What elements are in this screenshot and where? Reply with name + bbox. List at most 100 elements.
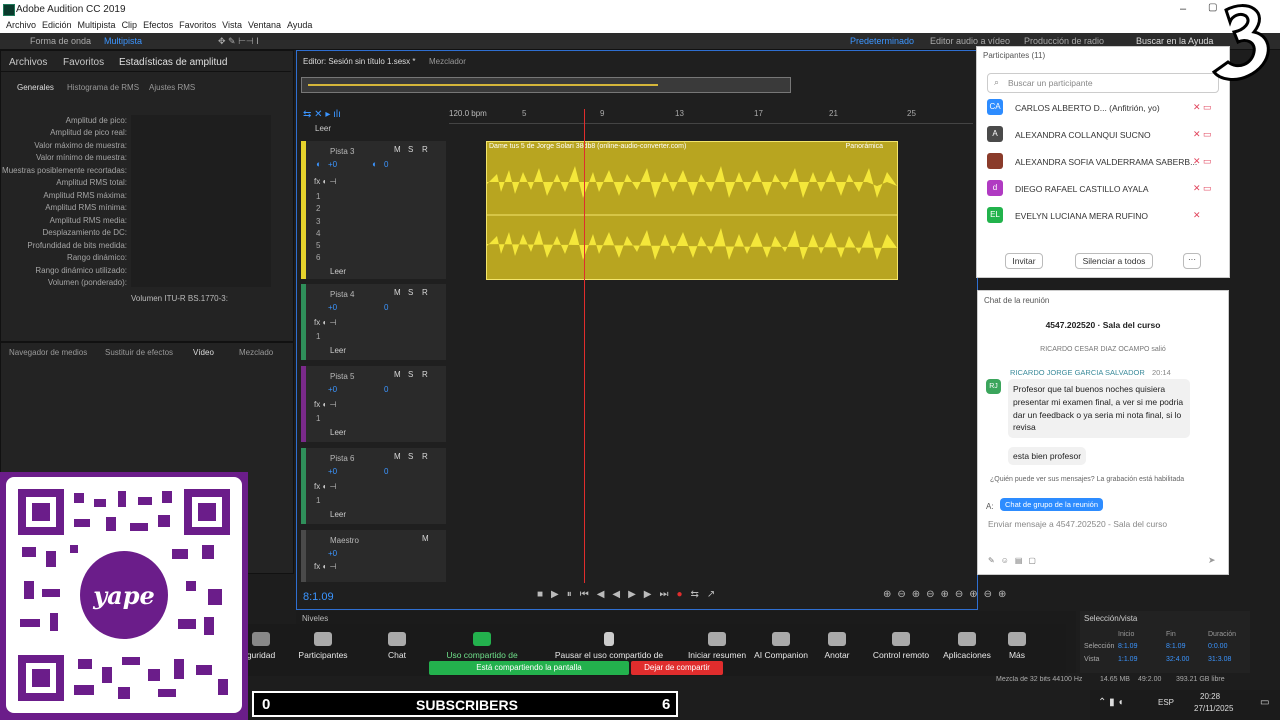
view-start[interactable]: 1:1.09 <box>1118 656 1137 663</box>
zoom-annotate-button[interactable]: Anotar <box>802 632 872 660</box>
fx-slot[interactable]: 1 <box>316 191 320 203</box>
pan-value[interactable]: 0 <box>384 160 388 169</box>
track-name[interactable]: Pista 3 <box>330 147 354 156</box>
mute-button[interactable]: M <box>394 370 401 379</box>
zoom-remote-control-button[interactable]: Control remoto <box>866 632 936 660</box>
zoom-more-button[interactable]: Más <box>982 632 1052 660</box>
track-name[interactable]: Pista 4 <box>330 290 354 299</box>
stop-sharing-button[interactable]: Dejar de compartir <box>631 661 723 675</box>
zoom-summary-button[interactable]: Iniciar resumen <box>682 632 752 660</box>
muted-mic-icon[interactable]: ✕ ▭ <box>1193 183 1212 194</box>
volume-knob-icon[interactable]: ◐ <box>316 159 321 169</box>
view-duration[interactable]: 31:3.08 <box>1208 656 1231 663</box>
track-read-mode[interactable]: Leer <box>315 124 331 133</box>
track-name[interactable]: Maestro <box>330 536 359 545</box>
subtab-rms-histogram[interactable]: Histograma de RMS <box>67 83 139 92</box>
zoom-participants-button[interactable]: Participantes <box>288 632 358 660</box>
notifications-icon[interactable]: ▭ <box>1260 697 1269 708</box>
send-icon[interactable]: ➤ <box>1208 555 1216 566</box>
multitrack-button[interactable]: Multipista <box>104 36 142 46</box>
tab-video[interactable]: Vídeo <box>193 348 214 357</box>
tab-amplitude-stats[interactable]: Estadísticas de amplitud <box>119 57 227 68</box>
subtab-rms-settings[interactable]: Ajustes RMS <box>149 83 195 92</box>
track-read-mode[interactable]: Leer <box>330 510 346 519</box>
tab-media-browser[interactable]: Navegador de medios <box>9 348 87 357</box>
workspace-av-editor[interactable]: Editor audio a vídeo <box>930 36 1010 46</box>
fx-slot[interactable]: 1 <box>316 414 320 423</box>
tray-icons[interactable]: ⌃ ▮ ◖ <box>1098 697 1123 708</box>
zoom-chat-button[interactable]: Chat <box>362 632 432 660</box>
menu-ayuda[interactable]: Ayuda <box>287 20 312 30</box>
tab-favoritos[interactable]: Favoritos <box>63 57 104 68</box>
participant-row[interactable]: CA CARLOS ALBERTO D... (Anfitrión, yo) ✕… <box>987 99 1223 117</box>
volume-value[interactable]: +0 <box>328 385 337 394</box>
tab-mixer-editor[interactable]: Mezclador <box>429 57 466 66</box>
menu-favoritos[interactable]: Favoritos <box>179 20 216 30</box>
muted-mic-icon[interactable]: ✕ ▭ <box>1193 102 1212 113</box>
invite-button[interactable]: Invitar <box>1005 253 1043 269</box>
volume-value[interactable]: +0 <box>328 160 337 169</box>
timeline-ruler[interactable]: 5 9 13 17 21 25 <box>449 109 973 124</box>
solo-button[interactable]: S <box>408 145 413 154</box>
participant-row[interactable]: ALEXANDRA SOFIA VALDERRAMA SABERB... ✕ ▭ <box>987 153 1223 171</box>
pan-value[interactable]: 0 <box>384 385 388 394</box>
selection-duration[interactable]: 0:0.00 <box>1208 643 1227 650</box>
volume-value[interactable]: +0 <box>328 467 337 476</box>
solo-button[interactable]: S <box>408 370 413 379</box>
clock-date[interactable]: 27/11/2025 <box>1194 704 1233 713</box>
transport-controls[interactable]: ■▶⏸⏮◀◀▶▶⏭●⇆↗ <box>537 589 723 600</box>
workspace-radio[interactable]: Producción de radio <box>1024 36 1104 46</box>
muted-mic-icon[interactable]: ✕ ▭ <box>1193 129 1212 140</box>
fx-slot[interactable]: 6 <box>316 252 320 264</box>
track-name[interactable]: Pista 6 <box>330 454 354 463</box>
track-read-mode[interactable]: Leer <box>330 428 346 437</box>
pan-value[interactable]: 0 <box>384 303 388 312</box>
fx-slot[interactable]: 2 <box>316 203 320 215</box>
participant-row[interactable]: d DIEGO RAFAEL CASTILLO AYALA ✕ ▭ <box>987 180 1223 198</box>
workspace-default[interactable]: Predeterminado <box>850 36 914 46</box>
record-arm-button[interactable]: R <box>422 370 428 379</box>
fx-slot[interactable]: 1 <box>316 332 320 341</box>
chat-toolbar-icons[interactable]: ✎☺▤▢ <box>988 556 1042 565</box>
chat-recipient-dropdown[interactable]: Chat de grupo de la reunión <box>1000 498 1103 511</box>
participant-row[interactable]: EL EVELYN LUCIANA MERA RUFINO ✕ <box>987 207 1223 225</box>
subtab-general[interactable]: Generales <box>17 83 54 92</box>
fx-slot[interactable]: 5 <box>316 240 320 252</box>
menu-vista[interactable]: Vista <box>222 20 242 30</box>
track-name[interactable]: Pista 5 <box>330 372 354 381</box>
volume-value[interactable]: +0 <box>328 549 337 558</box>
zoom-controls[interactable]: ⊕⊖⊕⊖⊕⊖⊕⊖⊕ <box>883 589 1012 600</box>
audio-clip[interactable]: Dame tus 5 de Jorge Solari 38db8 (online… <box>486 141 898 280</box>
help-search-input[interactable]: Buscar en la Ayuda <box>1136 36 1213 46</box>
solo-button[interactable]: S <box>408 288 413 297</box>
minimize-icon[interactable]: – <box>1180 3 1186 15</box>
fx-slot[interactable]: 1 <box>316 496 320 505</box>
record-arm-button[interactable]: R <box>422 145 428 154</box>
move-tool-icon[interactable]: ✥ ✎ ⊢⊣ I <box>218 36 259 47</box>
menu-archivo[interactable]: Archivo <box>6 20 36 30</box>
track-tools-icon[interactable]: ⇆ ✕ ▸ ılı <box>303 109 341 120</box>
chat-input[interactable]: Enviar mensaje a 4547.202520 - Sala del … <box>988 519 1167 529</box>
mute-button[interactable]: M <box>394 288 401 297</box>
volume-value[interactable]: +0 <box>328 303 337 312</box>
playhead[interactable] <box>584 109 585 583</box>
menu-clip[interactable]: Clip <box>122 20 138 30</box>
participant-row[interactable]: A ALEXANDRA COLLANQUI SUCNO ✕ ▭ <box>987 126 1223 144</box>
pan-knob-icon[interactable]: ◐ <box>372 159 377 169</box>
track-read-mode[interactable]: Leer <box>330 267 346 276</box>
muted-mic-icon[interactable]: ✕ ▭ <box>1193 156 1212 167</box>
tab-mixer[interactable]: Mezclado <box>239 348 273 357</box>
mute-button[interactable]: M <box>394 145 401 154</box>
fx-slot[interactable]: 4 <box>316 228 320 240</box>
tab-archivos[interactable]: Archivos <box>9 57 47 68</box>
fx-slot[interactable]: 3 <box>316 216 320 228</box>
track-read-mode[interactable]: Leer <box>330 346 346 355</box>
menu-efectos[interactable]: Efectos <box>143 20 173 30</box>
overview-bar[interactable] <box>301 77 791 93</box>
waveform-button[interactable]: Forma de onda <box>30 36 91 46</box>
mute-button[interactable]: M <box>422 534 429 543</box>
solo-button[interactable]: S <box>408 452 413 461</box>
chat-visibility-notice[interactable]: ¿Quién puede ver sus mensajes? La grabac… <box>990 476 1184 483</box>
mute-button[interactable]: M <box>394 452 401 461</box>
selection-end[interactable]: 8:1.09 <box>1166 643 1185 650</box>
